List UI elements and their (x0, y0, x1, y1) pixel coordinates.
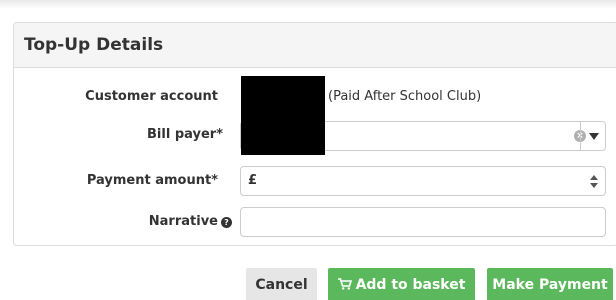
payment-amount-input[interactable]: £ (240, 166, 606, 196)
spinner-down-icon[interactable] (590, 183, 598, 188)
help-icon[interactable]: ? (221, 217, 232, 228)
narrative-input[interactable] (240, 207, 606, 237)
make-payment-button[interactable]: Make Payment (487, 268, 613, 300)
chevron-down-icon[interactable] (589, 133, 599, 140)
bill-payer-label: Bill payer* (147, 127, 223, 142)
bill-payer-redacted (241, 115, 325, 155)
cancel-button[interactable]: Cancel (246, 268, 317, 300)
narrative-label: Narrative? (60, 214, 232, 229)
panel-title: Top-Up Details (14, 23, 616, 68)
customer-account-label: Customer account (85, 89, 218, 104)
payment-amount-label: Payment amount* (86, 173, 218, 188)
narrative-label-text: Narrative (148, 214, 218, 229)
dropdown-separator (580, 121, 581, 151)
customer-account-redacted (241, 76, 325, 118)
shopping-cart-icon (337, 278, 352, 290)
add-to-basket-button[interactable]: Add to basket (328, 268, 475, 300)
customer-account-type: (Paid After School Club) (328, 89, 482, 104)
currency-symbol: £ (248, 173, 258, 188)
spinner-up-icon[interactable] (590, 175, 598, 180)
add-to-basket-label: Add to basket (355, 277, 466, 293)
top-divider (0, 0, 616, 9)
